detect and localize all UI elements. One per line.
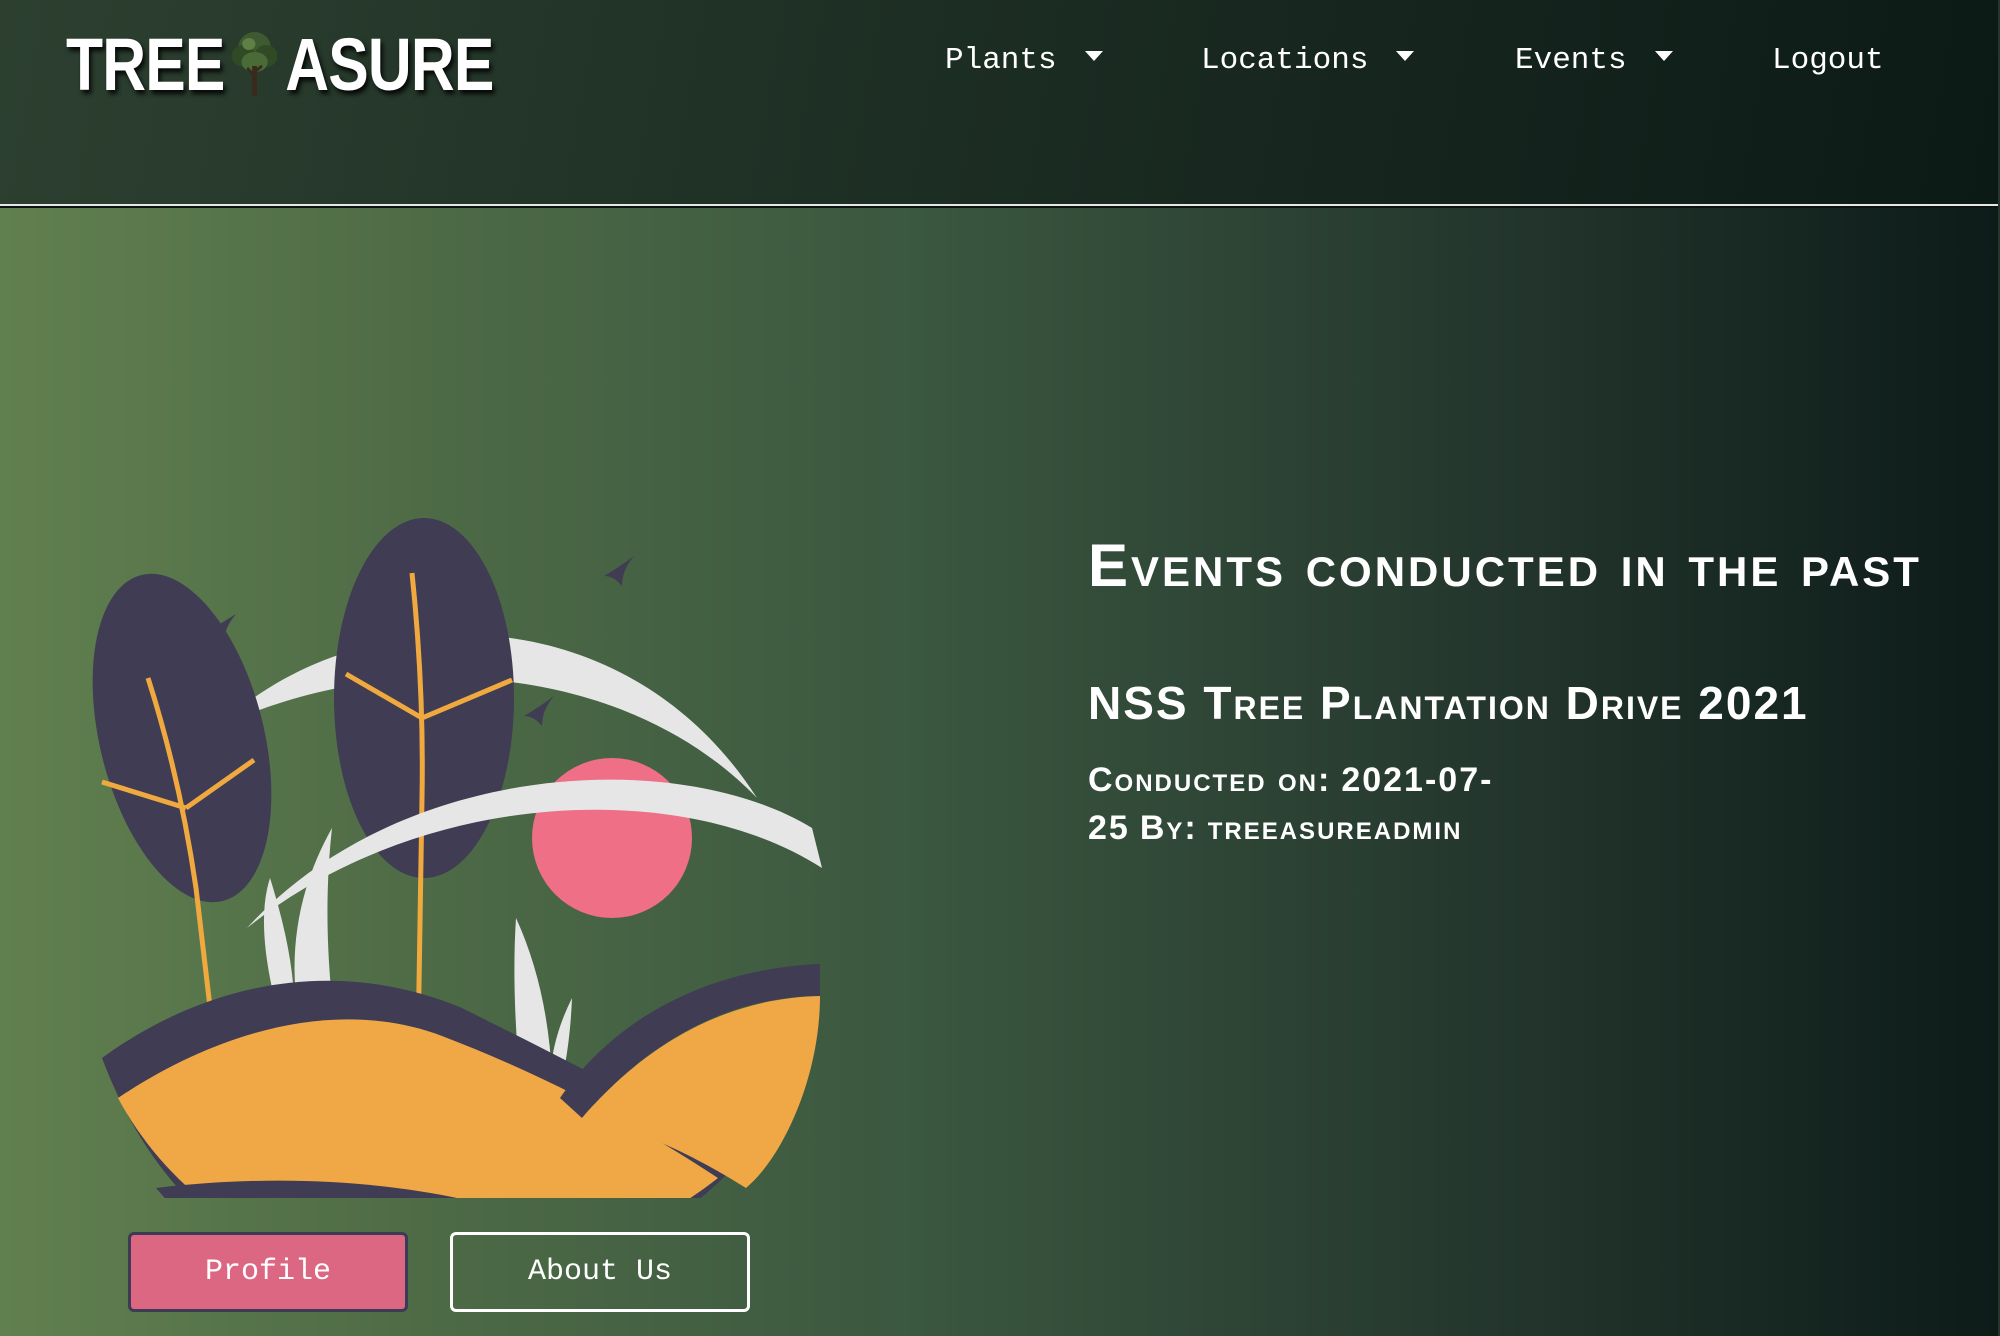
caret-down-icon (1654, 51, 1673, 61)
by-label: By: (1139, 809, 1198, 847)
nav-logout-label: Logout (1772, 42, 1884, 78)
bird-icon (604, 556, 634, 586)
event-title: NSS Tree Plantation Drive 2021 (1088, 677, 1809, 729)
nav-plants-dropdown[interactable]: Plants (945, 30, 1103, 90)
nature-illustration (82, 358, 842, 1298)
caret-down-icon (1084, 51, 1103, 61)
nav-locations-label: Locations (1201, 42, 1369, 78)
event-meta: Conducted on: 2021-07-25 By: treeasureadmin (1088, 756, 1728, 852)
nav-logout-link[interactable]: Logout (1772, 30, 1884, 90)
bird-icon (524, 696, 554, 726)
nav-plants-label: Plants (945, 42, 1057, 78)
nav-events-label: Events (1515, 42, 1627, 78)
navbar: TREE ASURE Plants Locations Events Logou… (0, 0, 2000, 206)
caret-down-icon (1396, 51, 1415, 61)
event-author: treeasureadmin (1207, 809, 1463, 847)
about-us-button[interactable]: About Us (450, 1232, 750, 1312)
hero-section: Events conducted in the past NSS Tree Pl… (0, 208, 2000, 1336)
events-content: Events conducted in the past NSS Tree Pl… (1088, 528, 1948, 852)
main-nav: Plants Locations Events Logout (0, 30, 2000, 90)
nav-locations-dropdown[interactable]: Locations (1201, 30, 1415, 90)
profile-button[interactable]: Profile (128, 1232, 408, 1312)
conducted-label: Conducted on: (1088, 761, 1332, 799)
page-title: Events conducted in the past (1088, 532, 1922, 599)
page: TREE ASURE Plants Locations Events Logou… (0, 0, 2000, 1336)
nav-events-dropdown[interactable]: Events (1515, 30, 1673, 90)
